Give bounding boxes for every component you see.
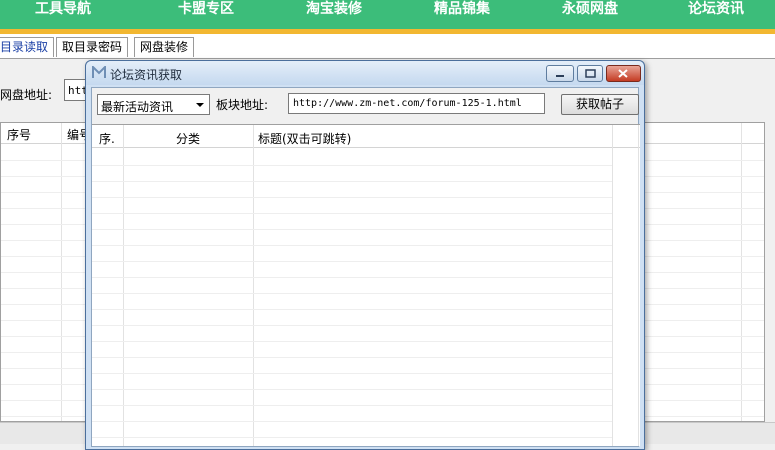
- row-gridline: [92, 213, 612, 214]
- category-select-value: 最新活动资讯: [101, 100, 174, 114]
- row-gridline: [92, 389, 612, 390]
- row-gridline: [92, 197, 612, 198]
- row-gridline: [92, 261, 612, 262]
- nav-taobao-decor[interactable]: 淘宝装修: [271, 0, 397, 22]
- column-divider: [123, 125, 124, 446]
- row-gridline: [92, 357, 612, 358]
- row-gridline: [92, 293, 612, 294]
- dialog-title: 论坛资讯获取: [110, 68, 183, 82]
- dialog-body: 最新活动资讯 板块地址: http://www.zm-net.com/forum…: [91, 87, 640, 447]
- dropdown-arrow-icon: [196, 103, 204, 107]
- row-gridline: [92, 229, 612, 230]
- column-divider: [253, 125, 254, 446]
- row-gridline: [92, 181, 612, 182]
- nav-tools[interactable]: 工具导航: [0, 0, 126, 22]
- nav-yongshuo-disk[interactable]: 永硕网盘: [527, 0, 653, 22]
- row-gridline: [92, 277, 612, 278]
- top-navigation: 工具导航 卡盟专区 淘宝装修 精品锦集 永硕网盘 论坛资讯: [0, 0, 775, 34]
- maximize-button[interactable]: [577, 65, 603, 82]
- tab-directory-password[interactable]: 取目录密码: [56, 37, 129, 57]
- column-divider: [612, 125, 613, 446]
- nav-forum-news[interactable]: 论坛资讯: [653, 0, 775, 22]
- row-gridline: [92, 373, 612, 374]
- disk-address-label: 网盘地址:: [0, 88, 53, 102]
- row-gridline: [92, 165, 612, 166]
- row-gridline: [92, 421, 612, 422]
- minimize-button[interactable]: [546, 65, 574, 82]
- app-icon: [92, 66, 106, 78]
- row-gridline: [92, 437, 612, 438]
- posts-list[interactable]: 序. 分类 标题(双击可跳转): [92, 124, 640, 446]
- dialog-titlebar[interactable]: 论坛资讯获取: [86, 61, 644, 85]
- fetch-posts-button[interactable]: 获取帖子: [561, 94, 639, 115]
- row-gridline: [92, 245, 612, 246]
- category-select[interactable]: 最新活动资讯: [97, 94, 210, 115]
- close-icon: [618, 69, 628, 78]
- column-header-index[interactable]: 序.: [99, 130, 115, 147]
- maximize-icon: [585, 69, 596, 78]
- tab-strip: 目录读取 取目录密码 网盘装修: [0, 34, 775, 59]
- board-address-input[interactable]: http://www.zm-net.com/forum-125-1.html: [288, 93, 545, 114]
- column-divider: [638, 125, 639, 446]
- column-header-title[interactable]: 标题(双击可跳转): [258, 130, 351, 147]
- column-header-category[interactable]: 分类: [176, 130, 200, 147]
- board-address-label: 板块地址:: [216, 98, 269, 112]
- close-button[interactable]: [606, 65, 641, 82]
- row-gridline: [92, 325, 612, 326]
- forum-news-dialog: 论坛资讯获取 最新活动资讯 板块地址: http://www.zm-net.co…: [85, 60, 645, 450]
- nav-card-zone[interactable]: 卡盟专区: [143, 0, 269, 22]
- row-gridline: [92, 341, 612, 342]
- row-gridline: [92, 309, 612, 310]
- row-gridline: [92, 405, 612, 406]
- posts-list-header: 序. 分类 标题(双击可跳转): [92, 125, 640, 148]
- tab-directory-read[interactable]: 目录读取: [0, 37, 55, 57]
- nav-featured[interactable]: 精品锦集: [399, 0, 525, 22]
- tab-disk-decor[interactable]: 网盘装修: [134, 37, 195, 57]
- column-header-index[interactable]: 序号: [7, 126, 31, 143]
- minimize-icon: [556, 75, 564, 77]
